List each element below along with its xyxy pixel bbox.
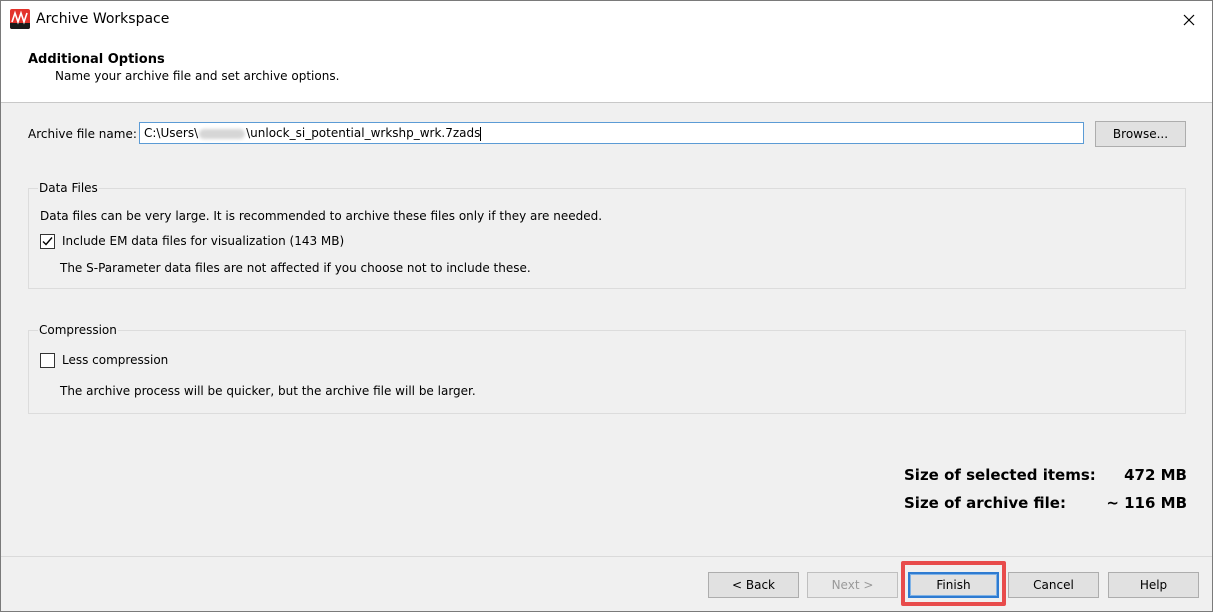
archive-file-name-label: Archive file name: bbox=[28, 127, 137, 141]
compression-note: The archive process will be quicker, but… bbox=[60, 384, 476, 398]
selected-items-size-label: Size of selected items: bbox=[904, 466, 1096, 484]
wizard-header: Additional Options Name your archive fil… bbox=[1, 38, 1212, 103]
archive-file-size-value: ~ 116 MB bbox=[1106, 494, 1187, 512]
include-em-data-checkbox[interactable] bbox=[40, 234, 55, 249]
title-bar: Archive Workspace bbox=[1, 1, 1212, 38]
less-compression-checkbox[interactable] bbox=[40, 353, 55, 368]
compression-group bbox=[28, 330, 1186, 414]
data-files-description: Data files can be very large. It is reco… bbox=[40, 209, 603, 223]
cancel-button[interactable]: Cancel bbox=[1008, 572, 1099, 598]
archive-workspace-dialog: Archive Workspace Additional Options Nam… bbox=[0, 0, 1213, 612]
next-button[interactable]: Next > bbox=[807, 572, 898, 598]
checkmark-icon bbox=[42, 237, 53, 246]
archive-path-prefix: C:\Users\ bbox=[144, 126, 199, 140]
page-subtitle: Name your archive file and set archive o… bbox=[55, 69, 340, 83]
page-title: Additional Options bbox=[28, 52, 165, 67]
window-title: Archive Workspace bbox=[36, 11, 170, 27]
archive-file-name-input[interactable]: C:\Users\ \unlock_si_potential_wrkshp_wrk… bbox=[139, 122, 1084, 144]
app-logo-icon bbox=[10, 9, 30, 29]
help-button[interactable]: Help bbox=[1108, 572, 1199, 598]
finish-highlight-box bbox=[901, 561, 1006, 606]
selected-items-size-value: 472 MB bbox=[1124, 466, 1187, 484]
close-button[interactable] bbox=[1166, 1, 1212, 38]
less-compression-label[interactable]: Less compression bbox=[62, 353, 168, 367]
archive-file-size-label: Size of archive file: bbox=[904, 494, 1066, 512]
close-icon bbox=[1183, 14, 1195, 25]
archive-path-suffix: \unlock_si_potential_wrkshp_wrk.7zads bbox=[246, 126, 481, 140]
data-files-group-title: Data Files bbox=[38, 181, 99, 195]
data-files-note: The S-Parameter data files are not affec… bbox=[60, 261, 531, 275]
back-button[interactable]: < Back bbox=[708, 572, 799, 598]
text-caret bbox=[480, 126, 482, 141]
include-em-data-label[interactable]: Include EM data files for visualization … bbox=[62, 234, 344, 248]
browse-button[interactable]: Browse... bbox=[1095, 121, 1186, 147]
compression-group-title: Compression bbox=[38, 323, 118, 337]
footer-divider bbox=[1, 556, 1212, 557]
redacted-username bbox=[199, 128, 246, 139]
